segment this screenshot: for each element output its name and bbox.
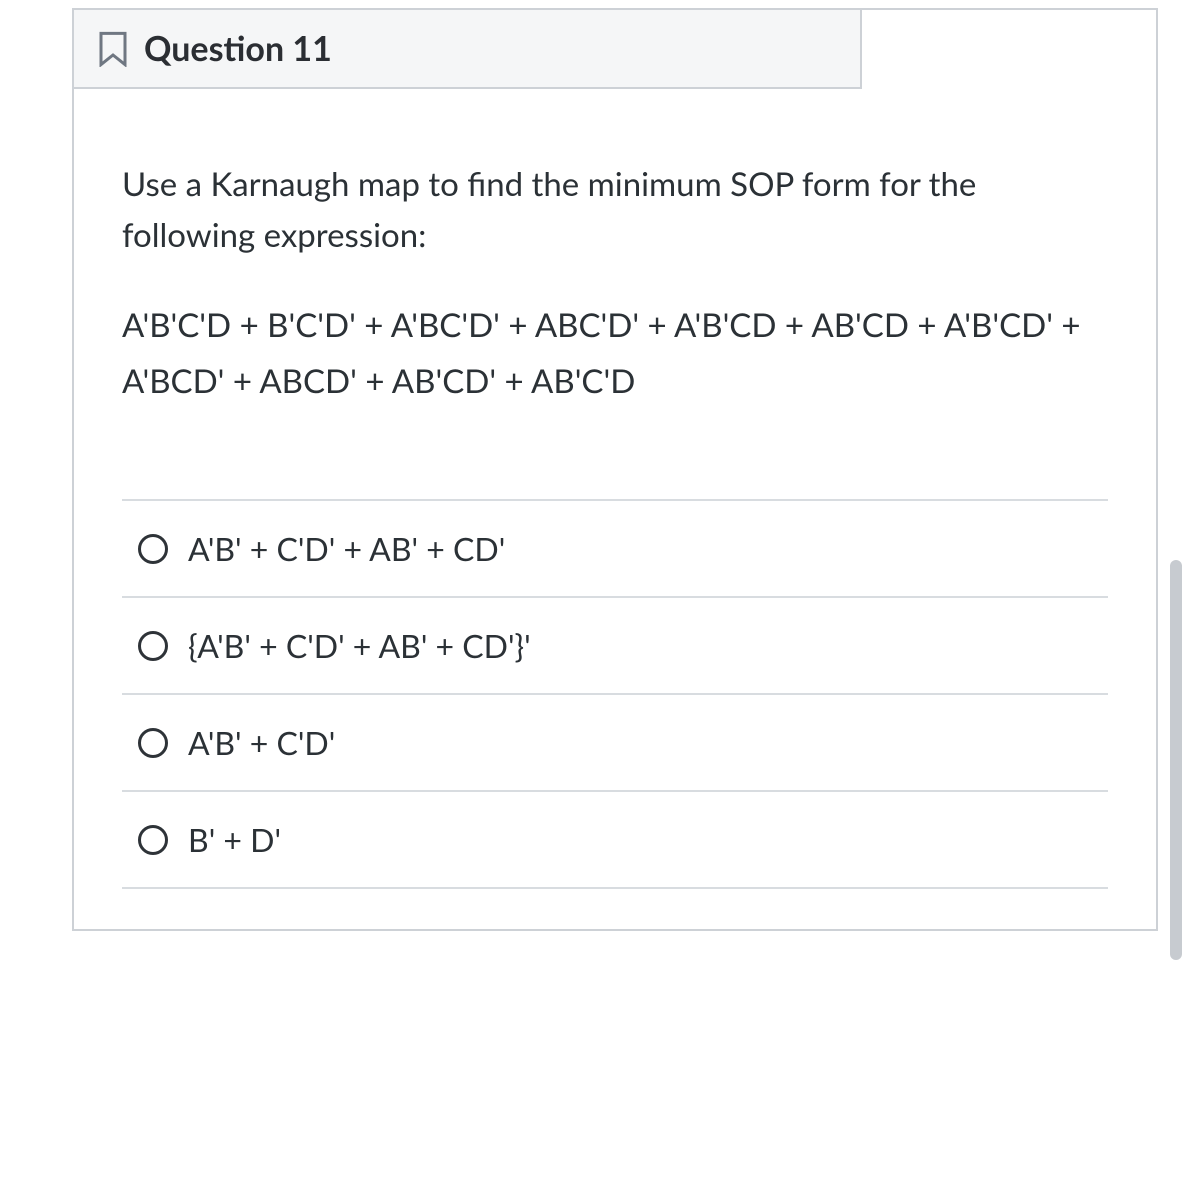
bookmark-icon[interactable] [98,31,128,67]
scrollbar-thumb[interactable] [1170,560,1182,960]
question-expression: A'B'C'D + B'C'D' + A'BC'D' + ABC'D' + A'… [122,297,1108,409]
question-title: Question 11 [144,28,332,69]
option-label: B' + D' [188,820,281,859]
option-label: {A'B' + C'D' + AB' + CD'}' [188,626,531,665]
option-row[interactable]: A'B' + C'D' + AB' + CD' [122,501,1108,598]
option-label: A'B' + C'D' [188,723,335,762]
question-header: Question 11 [74,10,862,89]
question-card: Question 11 Use a Karnaugh map to find t… [72,8,1158,931]
question-prompt: Use a Karnaugh map to find the minimum S… [122,159,1108,261]
options-list: A'B' + C'D' + AB' + CD' {A'B' + C'D' + A… [122,499,1108,889]
question-body: Use a Karnaugh map to find the minimum S… [74,89,1156,929]
radio-icon [138,631,168,661]
radio-icon [138,825,168,855]
option-row[interactable]: B' + D' [122,792,1108,889]
radio-icon [138,534,168,564]
option-label: A'B' + C'D' + AB' + CD' [188,529,505,568]
option-row[interactable]: {A'B' + C'D' + AB' + CD'}' [122,598,1108,695]
radio-icon [138,728,168,758]
option-row[interactable]: A'B' + C'D' [122,695,1108,792]
